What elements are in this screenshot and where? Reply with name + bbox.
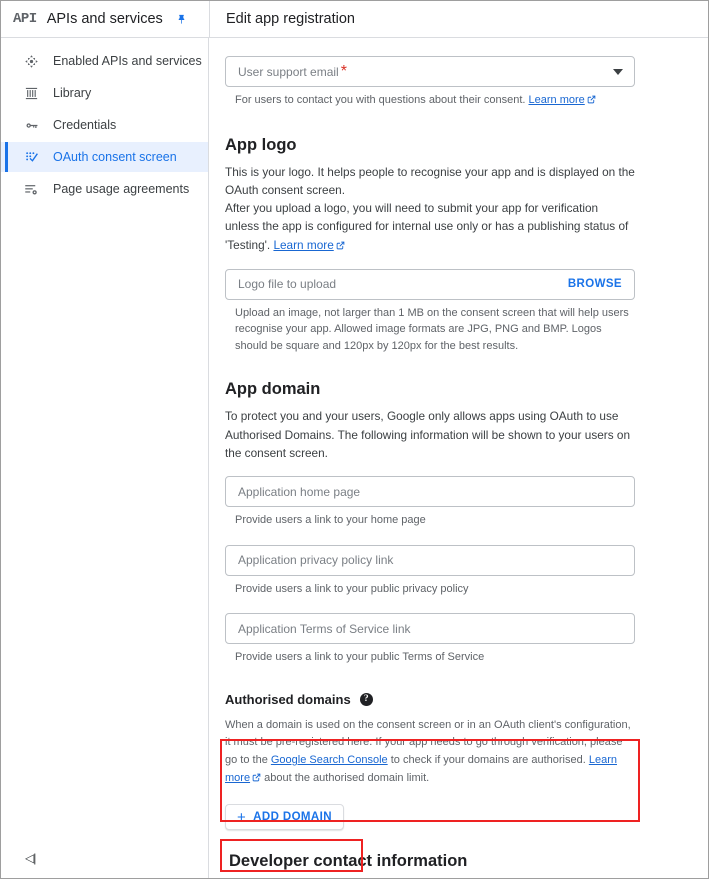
authorised-domains-header: Authorised domains ? — [225, 692, 635, 707]
input-placeholder: Application home page — [238, 484, 361, 499]
input-placeholder: Application privacy policy link — [238, 553, 394, 568]
app-domain-description: To protect you and your users, Google on… — [225, 409, 631, 460]
list-settings-icon — [23, 181, 39, 197]
sidebar-item-library[interactable]: Library — [1, 78, 208, 108]
authorised-domains-description: When a domain is used on the consent scr… — [225, 717, 635, 788]
sidebar-item-credentials[interactable]: Credentials — [1, 110, 208, 140]
app-logo-desc-line1: This is your logo. It helps people to re… — [225, 164, 635, 197]
chevron-down-icon[interactable] — [613, 68, 623, 75]
input-placeholder: Application Terms of Service link — [238, 621, 411, 636]
browse-button[interactable]: BROWSE — [568, 278, 622, 290]
required-asterisk: * — [340, 62, 347, 80]
key-icon — [23, 117, 39, 133]
sidebar-item-label: Library — [53, 86, 92, 100]
user-support-email-placeholder: User support email — [238, 64, 339, 79]
add-domain-button[interactable]: + ADD DOMAIN — [225, 804, 344, 831]
sidebar-footer: ◁| — [1, 838, 208, 878]
logo-file-helper: Upload an image, not larger than 1 MB on… — [235, 306, 629, 352]
app-logo-description: This is your logo. It helps people to re… — [225, 163, 635, 255]
collapse-sidebar-icon[interactable]: ◁| — [25, 852, 36, 864]
sidebar-item-oauth-consent-screen[interactable]: OAuth consent screen — [1, 142, 208, 172]
authorised-domains-title: Authorised domains — [225, 691, 351, 707]
top-header-bar: API APIs and services Edit app registrat… — [1, 1, 708, 37]
external-link-icon — [252, 771, 261, 789]
consent-screen-icon — [23, 149, 39, 165]
developer-contact-title: Developer contact information — [229, 852, 468, 871]
sidebar-item-label: Enabled APIs and services — [53, 54, 202, 68]
app-logo-learn-more-link[interactable]: Learn more — [273, 238, 333, 252]
sidebar-item-page-usage-agreements[interactable]: Page usage agreements — [1, 174, 208, 204]
application-home-page-input[interactable]: Application home page — [225, 476, 635, 508]
application-home-page-helper: Provide users a link to your home page — [235, 514, 426, 527]
application-terms-of-service-helper: Provide users a link to your public Term… — [235, 651, 485, 664]
learn-more-link[interactable]: Learn more — [529, 94, 585, 106]
sidebar-item-label: Page usage agreements — [53, 182, 190, 196]
api-logo: API — [13, 11, 37, 27]
application-window: API APIs and services Edit app registrat… — [0, 0, 709, 879]
user-support-email-helper: For users to contact you with questions … — [235, 92, 635, 110]
sidebar-item-enabled-apis[interactable]: Enabled APIs and services — [1, 46, 208, 76]
add-domain-label: ADD DOMAIN — [253, 811, 332, 824]
form-content: User support email * For users to contact… — [225, 56, 635, 878]
application-privacy-policy-input[interactable]: Application privacy policy link — [225, 544, 635, 576]
body-container: Enabled APIs and services Library Creden… — [1, 37, 708, 878]
library-icon — [23, 85, 39, 101]
desc-part-2: to check if your domains are authorised. — [387, 753, 589, 766]
sidebar-item-label: Credentials — [53, 118, 117, 132]
page-header: Edit app registration — [209, 1, 708, 37]
help-circle-icon[interactable]: ? — [359, 692, 373, 706]
sidebar-menu: Enabled APIs and services Library Creden… — [1, 38, 208, 838]
desc-part-3: about the authorised domain limit. — [261, 771, 430, 784]
user-support-email-select[interactable]: User support email * — [225, 56, 635, 87]
logo-file-placeholder: Logo file to upload — [238, 277, 337, 292]
developer-contact-section: Developer contact information Email addr… — [225, 852, 635, 878]
external-link-icon — [336, 237, 345, 255]
product-branding[interactable]: API APIs and services — [1, 1, 209, 37]
google-search-console-link[interactable]: Google Search Console — [271, 754, 388, 766]
application-privacy-policy-helper: Provide users a link to your public priv… — [235, 582, 469, 595]
external-link-icon — [587, 93, 596, 110]
sidebar-item-label: OAuth consent screen — [53, 150, 177, 164]
api-grid-icon — [23, 53, 39, 69]
app-domain-title: App domain — [225, 380, 321, 399]
page-title: Edit app registration — [226, 11, 355, 27]
application-terms-of-service-input[interactable]: Application Terms of Service link — [225, 613, 635, 645]
logo-file-input[interactable]: Logo file to upload BROWSE — [225, 268, 635, 300]
sidebar-navigation: Enabled APIs and services Library Creden… — [1, 38, 209, 878]
app-logo-title: App logo — [225, 135, 297, 154]
plus-icon: + — [237, 808, 247, 826]
product-title: APIs and services — [46, 11, 163, 27]
helper-text: For users to contact you with questions … — [235, 94, 529, 106]
pin-icon[interactable] — [176, 14, 187, 25]
main-content: User support email * For users to contact… — [209, 38, 708, 878]
